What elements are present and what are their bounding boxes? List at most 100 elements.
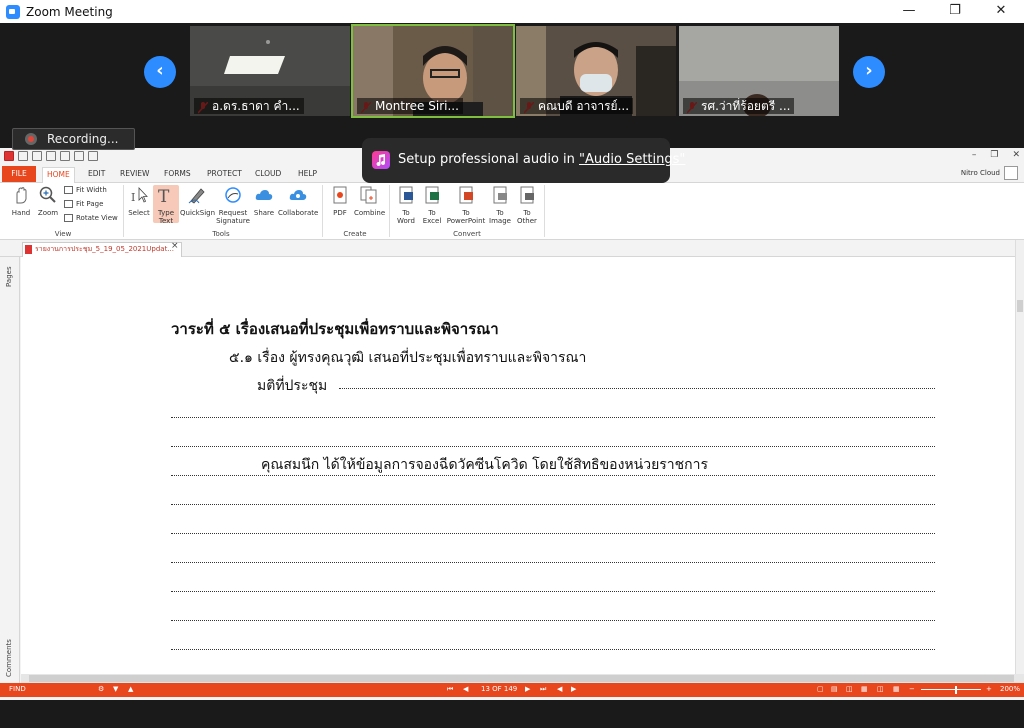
zoom-in-icon[interactable]: + bbox=[986, 685, 992, 693]
thumbnail-view-icon[interactable]: ▦ bbox=[893, 685, 900, 693]
divider bbox=[544, 185, 545, 237]
pdf-button[interactable]: PDF bbox=[328, 185, 352, 217]
type-text-button[interactable]: T Type Text bbox=[153, 185, 179, 225]
quicksign-button[interactable]: QuickSign bbox=[180, 185, 215, 217]
dotted-line bbox=[171, 648, 935, 650]
user-avatar[interactable] bbox=[1004, 166, 1018, 180]
next-page-button[interactable]: › bbox=[853, 56, 885, 88]
participant-tile-active[interactable]: Montree Siri... bbox=[351, 24, 515, 118]
redo-icon[interactable] bbox=[74, 151, 84, 161]
vertical-scrollbar[interactable] bbox=[1015, 240, 1024, 674]
save-icon[interactable] bbox=[32, 151, 42, 161]
find-previous-icon[interactable]: ▼ bbox=[113, 685, 118, 693]
tab-review[interactable]: REVIEW bbox=[116, 167, 153, 183]
first-page-icon[interactable]: ⏮ bbox=[447, 685, 453, 694]
find-next-icon[interactable]: ▲ bbox=[128, 685, 133, 693]
side-panel: Pages Comments bbox=[0, 257, 20, 683]
tab-file[interactable]: FILE bbox=[2, 166, 36, 182]
zoom-level[interactable]: 200% bbox=[1000, 685, 1020, 693]
last-page-icon[interactable]: ⏭ bbox=[540, 685, 546, 694]
rotate-view-button[interactable]: Rotate View bbox=[64, 214, 118, 222]
group-label-view: View bbox=[54, 230, 72, 238]
dotted-line bbox=[171, 532, 935, 534]
prev-page-button[interactable]: ‹ bbox=[144, 56, 176, 88]
request-signature-button[interactable]: Request Signature bbox=[216, 185, 250, 225]
participant-tile[interactable]: คณบดี อาจารย์... bbox=[516, 26, 676, 116]
fit-width-button[interactable]: Fit Width bbox=[64, 186, 107, 194]
undo-icon[interactable] bbox=[60, 151, 70, 161]
app-close-button[interactable]: ✕ bbox=[1012, 150, 1020, 160]
tab-home[interactable]: HOME bbox=[42, 167, 75, 183]
recording-indicator[interactable]: Recording... bbox=[12, 128, 135, 150]
tab-help[interactable]: HELP bbox=[294, 167, 321, 183]
divider bbox=[389, 185, 390, 237]
ribbon-home: Hand Zoom Fit Width Fit Page Rotate View… bbox=[0, 183, 1024, 240]
split-view-icon[interactable]: ◫ bbox=[877, 685, 884, 693]
participant-tile[interactable]: อ.ดร.ธาดา คำ... bbox=[190, 26, 350, 116]
hand-button[interactable]: Hand bbox=[8, 185, 34, 217]
share-button[interactable]: Share bbox=[252, 185, 276, 217]
single-page-view-icon[interactable]: ▢ bbox=[817, 685, 824, 693]
window-controls: — ❐ ✕ bbox=[886, 0, 1024, 23]
scroll-thumb[interactable] bbox=[1017, 300, 1023, 312]
forward-view-icon[interactable]: ▶ bbox=[571, 685, 576, 693]
select-button[interactable]: I Select bbox=[126, 185, 152, 217]
excel-icon bbox=[425, 186, 439, 204]
facing-continuous-view-icon[interactable]: ▦ bbox=[861, 685, 868, 693]
zoom-out-icon[interactable]: − bbox=[909, 685, 915, 693]
close-document-button[interactable]: × bbox=[171, 241, 179, 251]
to-word-button[interactable]: To Word bbox=[394, 185, 418, 225]
nitro-cloud-label[interactable]: Nitro Cloud bbox=[961, 169, 1000, 177]
print-icon[interactable] bbox=[46, 151, 56, 161]
audio-settings-link[interactable]: "Audio Settings" bbox=[579, 152, 685, 167]
nitro-pdf-window: – ❐ ✕ FILE HOME EDIT REVIEW FORMS PROTEC… bbox=[0, 148, 1024, 700]
scroll-thumb[interactable] bbox=[29, 675, 1014, 682]
pdf-file-icon bbox=[25, 245, 32, 254]
minimize-button[interactable]: — bbox=[886, 0, 932, 23]
tab-forms[interactable]: FORMS bbox=[160, 167, 195, 183]
zoom-logo-icon bbox=[6, 4, 20, 19]
horizontal-scrollbar[interactable] bbox=[21, 674, 1024, 683]
find-button[interactable]: FIND bbox=[9, 685, 26, 693]
record-icon bbox=[25, 133, 37, 145]
agenda-item: ๕.๑ เรื่อง ผู้ทรงคุณวุฒิ เสนอที่ประชุมเพ… bbox=[229, 350, 587, 366]
fit-page-icon bbox=[64, 200, 73, 208]
combine-icon bbox=[360, 186, 377, 204]
select-tool-icon[interactable] bbox=[88, 151, 98, 161]
type-text-icon: T bbox=[158, 187, 170, 207]
comments-panel-tab[interactable]: Comments bbox=[5, 639, 13, 677]
tab-edit[interactable]: EDIT bbox=[84, 167, 109, 183]
previous-page-icon[interactable]: ◀ bbox=[463, 685, 468, 693]
document-tab[interactable]: รายงานการประชุม_5_19_05_2021Updat... bbox=[22, 242, 182, 257]
tab-cloud[interactable]: CLOUD bbox=[251, 167, 285, 183]
zoom-slider-thumb[interactable] bbox=[955, 686, 957, 694]
back-view-icon[interactable]: ◀ bbox=[557, 685, 562, 693]
to-excel-button[interactable]: To Excel bbox=[420, 185, 444, 225]
word-icon bbox=[399, 186, 413, 204]
agenda-heading: วาระที่ ๕ เรื่องเสนอที่ประชุมเพื่อทราบแล… bbox=[171, 320, 499, 338]
to-image-button[interactable]: To Image bbox=[488, 185, 512, 225]
collaborate-button[interactable]: Collaborate bbox=[278, 185, 318, 217]
audio-settings-toast[interactable]: Setup professional audio in "Audio Setti… bbox=[362, 138, 685, 183]
combine-button[interactable]: Combine bbox=[354, 185, 385, 217]
to-powerpoint-button[interactable]: To PowerPoint bbox=[446, 185, 486, 225]
pages-panel-tab[interactable]: Pages bbox=[5, 266, 13, 287]
zoom-button[interactable]: Zoom bbox=[35, 185, 61, 217]
facing-view-icon[interactable]: ◫ bbox=[846, 685, 853, 693]
to-other-button[interactable]: To Other bbox=[514, 185, 540, 225]
open-icon[interactable] bbox=[18, 151, 28, 161]
participant-tile[interactable]: รศ.ว่าที่ร้อยตรี ... bbox=[679, 26, 839, 116]
zoom-slider[interactable] bbox=[921, 689, 981, 690]
close-button[interactable]: ✕ bbox=[978, 0, 1024, 23]
page-indicator[interactable]: 13 OF 149 bbox=[481, 685, 517, 693]
fit-page-button[interactable]: Fit Page bbox=[64, 200, 103, 208]
next-page-icon[interactable]: ▶ bbox=[525, 685, 530, 693]
app-minimize-button[interactable]: – bbox=[972, 150, 977, 160]
document-page[interactable]: วาระที่ ๕ เรื่องเสนอที่ประชุมเพื่อทราบแล… bbox=[21, 257, 1015, 674]
settings-icon[interactable]: ⚙ bbox=[98, 685, 104, 693]
svg-text:I: I bbox=[131, 191, 135, 204]
tab-protect[interactable]: PROTECT bbox=[203, 167, 246, 183]
app-restore-button[interactable]: ❐ bbox=[990, 150, 998, 160]
maximize-button[interactable]: ❐ bbox=[932, 0, 978, 23]
continuous-view-icon[interactable]: ▤ bbox=[831, 685, 838, 693]
